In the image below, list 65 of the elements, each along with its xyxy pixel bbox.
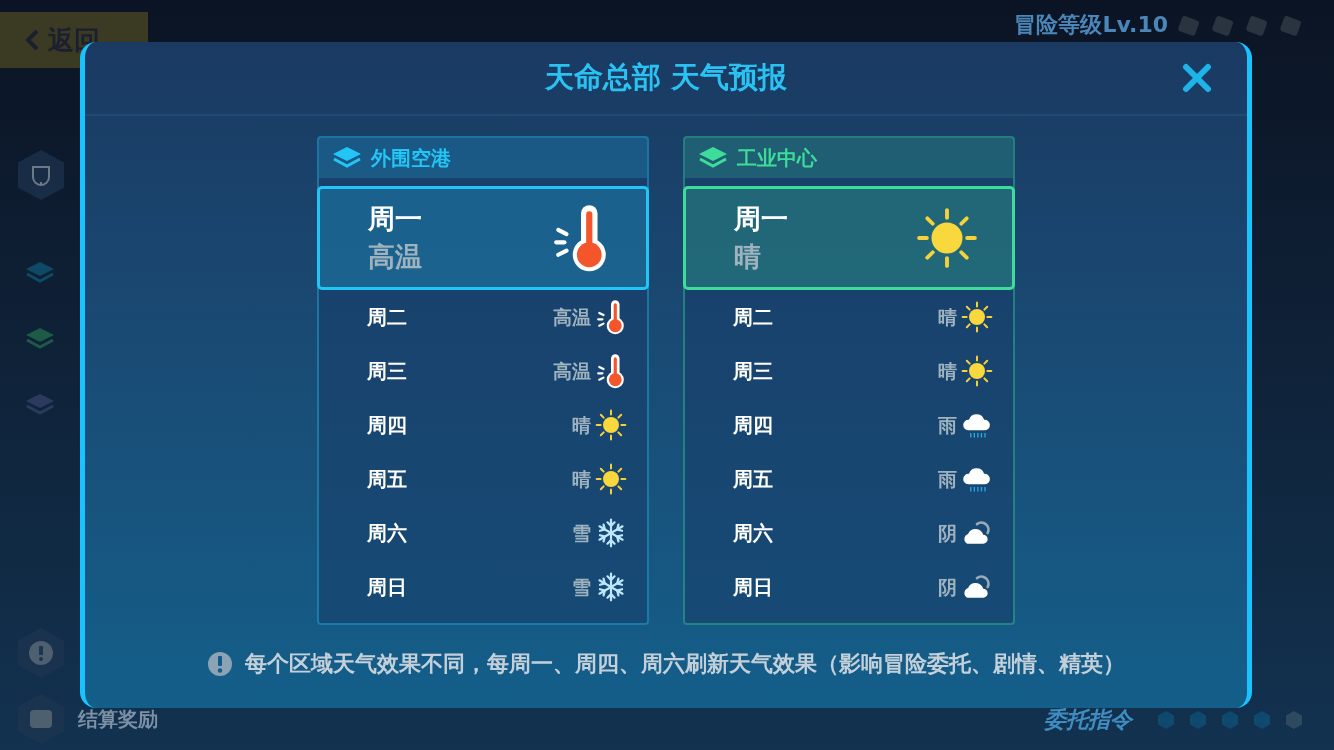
weather-label: 高温 (368, 240, 422, 274)
close-icon (1182, 63, 1212, 93)
snowflake-icon (595, 517, 627, 549)
hexagon-icon (1252, 709, 1272, 730)
settlement-rewards[interactable]: 结算奖励 (78, 704, 158, 734)
day-row[interactable]: 周五 雨 (685, 452, 1013, 506)
day-label: 周三 (367, 358, 407, 385)
day-label: 周四 (733, 412, 773, 439)
sun-icon (595, 463, 627, 495)
day-row[interactable]: 周六 阴 (685, 506, 1013, 560)
hexagon-icon (1188, 709, 1208, 730)
day-label: 周二 (367, 304, 407, 331)
weather-label: 晴 (938, 358, 957, 384)
sun-icon (961, 355, 993, 387)
region-name: 工业中心 (737, 145, 817, 172)
sun-icon (961, 301, 993, 333)
day-label: 周三 (733, 358, 773, 385)
region-name: 外围空港 (371, 145, 451, 172)
day-label: 周日 (367, 574, 407, 601)
sun-icon (595, 409, 627, 441)
day-label: 周六 (367, 520, 407, 547)
day-label: 周二 (733, 304, 773, 331)
weather-label: 晴 (938, 304, 957, 330)
day-label: 周一 (734, 202, 788, 236)
day-row[interactable]: 周日 阴 (685, 560, 1013, 614)
weather-label: 雨 (938, 412, 957, 438)
alert-icon (207, 650, 233, 677)
weather-label: 雪 (572, 574, 591, 600)
weather-label: 阴 (938, 574, 957, 600)
weather-label: 阴 (938, 520, 957, 546)
weather-label: 晴 (572, 412, 591, 438)
day-row[interactable]: 周日 雪 (319, 560, 647, 614)
hexagon-icon (1220, 709, 1240, 730)
day-row[interactable]: 周六 雪 (319, 506, 647, 560)
day-row[interactable]: 周五 晴 (319, 452, 647, 506)
sun-icon (916, 207, 978, 269)
weather-label: 高温 (553, 358, 591, 384)
day-label: 周一 (368, 202, 422, 236)
day-row[interactable]: 周二 高温 (319, 290, 647, 344)
day-label: 周日 (733, 574, 773, 601)
day-row[interactable]: 周二 晴 (685, 290, 1013, 344)
day-row[interactable]: 周三 晴 (685, 344, 1013, 398)
day-label: 周五 (367, 466, 407, 493)
weather-label: 雪 (572, 520, 591, 546)
weather-label: 晴 (572, 466, 591, 492)
day-row[interactable]: 周三 高温 (319, 344, 647, 398)
adventure-level: 冒险等级Lv.10 (1014, 11, 1168, 39)
day-row[interactable]: 周四 晴 (319, 398, 647, 452)
weather-label: 晴 (734, 240, 762, 274)
notice-text: 每个区域天气效果不同，每周一、周四、周六刷新天气效果（影响冒险委托、剧情、精英） (245, 650, 1125, 678)
hexagon-icon (1156, 709, 1176, 730)
snowflake-icon (595, 571, 627, 603)
day-row[interactable]: 周一 晴 (683, 186, 1015, 290)
day-row[interactable]: 周四 雨 (685, 398, 1013, 452)
day-label: 周五 (733, 466, 773, 493)
dialog-title: 天命总部 天气预报 (544, 59, 788, 97)
thermometer-icon (595, 351, 627, 391)
chevron-left-icon (24, 28, 40, 52)
weather-label: 高温 (553, 304, 591, 330)
hexagon-icon (1284, 709, 1304, 730)
day-row[interactable]: 周一 高温 (317, 186, 649, 290)
thermometer-icon (595, 297, 627, 337)
day-label: 周四 (367, 412, 407, 439)
weather-label: 雨 (938, 466, 957, 492)
day-label: 周六 (733, 520, 773, 547)
